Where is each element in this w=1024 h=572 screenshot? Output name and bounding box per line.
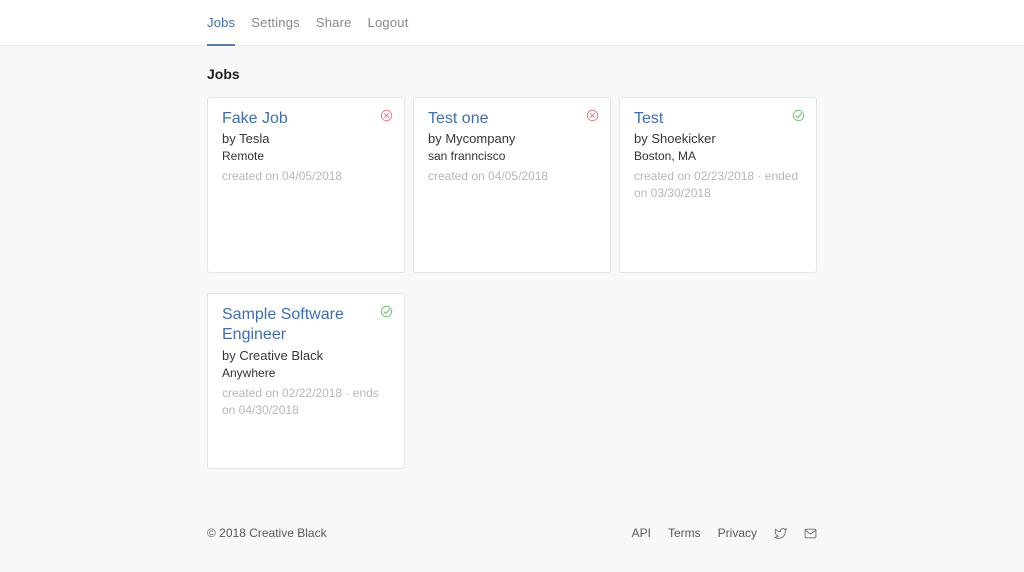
job-title-link[interactable]: Sample Software Engineer [222, 305, 390, 346]
job-card-grid: Fake Job by Tesla Remote created on 04/0… [207, 97, 817, 469]
job-title-link[interactable]: Fake Job [222, 109, 390, 129]
twitter-icon[interactable] [774, 527, 787, 540]
job-location: Remote [222, 149, 265, 164]
nav-item-settings[interactable]: Settings [251, 0, 300, 45]
footer-links: API Terms Privacy [632, 526, 817, 540]
job-title-link[interactable]: Test one [428, 109, 596, 129]
job-dates: created on 04/05/2018 [428, 169, 549, 184]
circle-x-icon[interactable] [380, 109, 393, 122]
page-title: Jobs [207, 66, 240, 82]
footer-link-privacy[interactable]: Privacy [718, 526, 757, 540]
circle-check-icon[interactable] [380, 305, 393, 318]
job-company: by Creative Black [222, 347, 324, 363]
footer: © 2018 Creative Black API Terms Privacy [207, 526, 817, 540]
job-card: Test by Shoekicker Boston, MA created on… [619, 97, 817, 273]
job-card: Fake Job by Tesla Remote created on 04/0… [207, 97, 405, 273]
job-company: by Mycompany [428, 131, 516, 147]
email-icon[interactable] [804, 527, 817, 540]
footer-link-api[interactable]: API [632, 526, 651, 540]
job-title-link[interactable]: Test [634, 109, 802, 129]
job-card: Test one by Mycompany san franncisco cre… [413, 97, 611, 273]
copyright-text: © 2018 Creative Black [207, 526, 327, 540]
top-nav: Jobs Settings Share Logout [207, 0, 817, 46]
footer-link-terms[interactable]: Terms [668, 526, 701, 540]
circle-check-icon[interactable] [792, 109, 805, 122]
top-nav-bar: Jobs Settings Share Logout [0, 0, 1024, 46]
job-card: Sample Software Engineer by Creative Bla… [207, 293, 405, 469]
job-location: san franncisco [428, 149, 506, 164]
circle-x-icon[interactable] [586, 109, 599, 122]
nav-item-jobs[interactable]: Jobs [207, 0, 236, 46]
job-location: Anywhere [222, 365, 276, 380]
job-dates: created on 02/23/2018 · ended on 03/30/2… [634, 169, 799, 201]
nav-item-share[interactable]: Share [316, 0, 352, 45]
job-company: by Shoekicker [634, 131, 716, 147]
job-dates: created on 02/22/2018 · ends on 04/30/20… [222, 385, 379, 417]
nav-item-logout[interactable]: Logout [368, 0, 409, 45]
job-company: by Tesla [222, 131, 270, 147]
job-dates: created on 04/05/2018 [222, 169, 343, 184]
job-location: Boston, MA [634, 149, 697, 164]
main-content: Jobs Fake Job by Tesla Remote created on… [207, 46, 817, 469]
